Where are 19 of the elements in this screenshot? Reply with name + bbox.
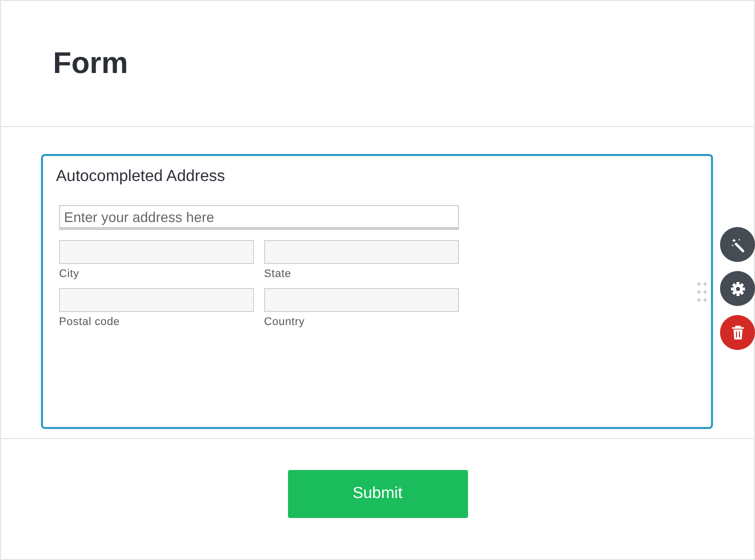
input-field[interactable] [59, 288, 254, 312]
magic-wand-icon [730, 236, 746, 252]
input-field[interactable] [264, 288, 459, 312]
field-label: Country [264, 316, 306, 328]
trash-icon [730, 324, 744, 340]
field-label: State [264, 268, 292, 280]
field-label: Postal code [59, 316, 121, 328]
input-field[interactable] [264, 240, 459, 264]
form-title: Form [53, 46, 128, 80]
settings-button[interactable] [720, 271, 755, 306]
field-label: City [59, 268, 80, 280]
drag-handle-icon[interactable] [697, 282, 707, 304]
magic-wand-button[interactable] [720, 227, 755, 262]
delete-button[interactable] [720, 315, 755, 350]
input-field[interactable] [59, 240, 254, 264]
address-field[interactable]: Enter your address here [59, 205, 459, 230]
submit-button[interactable]: Submit [288, 470, 468, 518]
card-title: Autocompleted Address [56, 168, 226, 186]
settings-icon [730, 280, 746, 296]
